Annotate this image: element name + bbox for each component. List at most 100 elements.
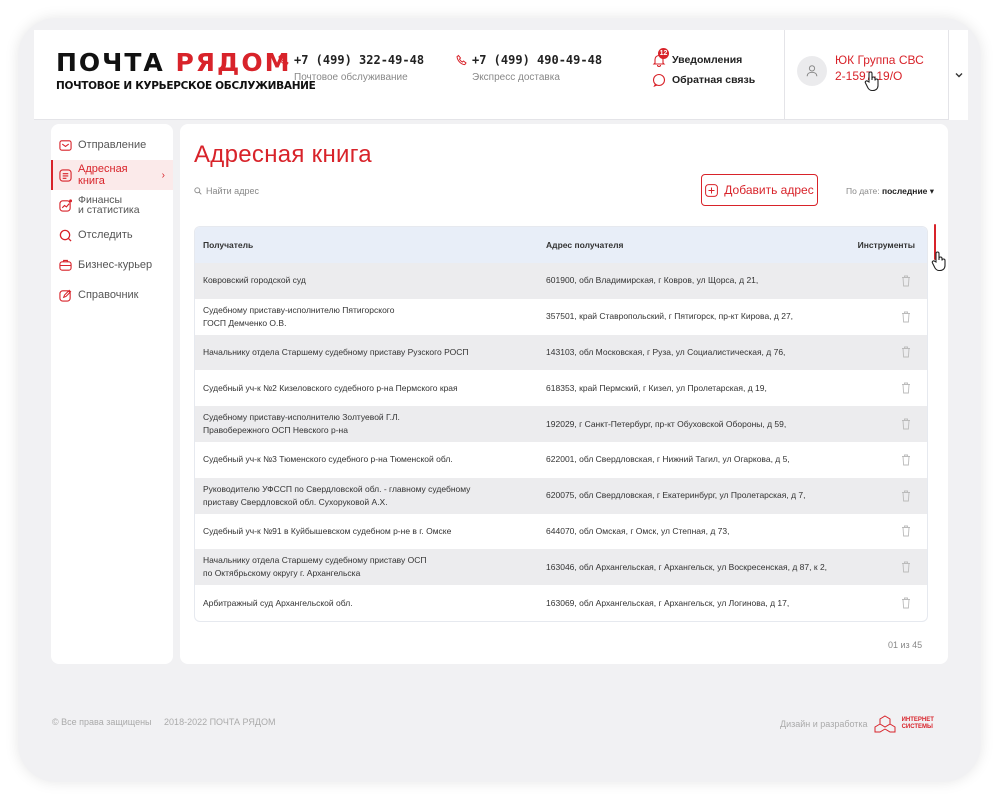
track-search-icon xyxy=(59,229,72,242)
phone1-number: +7 (499) 322-49-48 xyxy=(294,53,425,67)
main-content: Адресная книга Найти адрес Добавить адре… xyxy=(180,124,948,664)
top-header: ПОЧТА РЯДОМ ПОЧТОВОЕ И КУРЬЕРСКОЕ ОБСЛУЖ… xyxy=(34,30,964,120)
logo-title: ПОЧТА РЯДОМ xyxy=(56,48,292,77)
table-row[interactable]: Руководителю УФССП по Свердловской обл. … xyxy=(195,477,927,514)
app-frame: ПОЧТА РЯДОМ ПОЧТОВОЕ И КУРЬЕРСКОЕ ОБСЛУЖ… xyxy=(18,18,981,782)
recipient-cell: Ковровский городской суд xyxy=(203,275,306,286)
sidebar-item-shipment[interactable]: Отправление xyxy=(51,130,173,160)
sidebar-label: Справочник xyxy=(78,289,139,301)
address-book-icon xyxy=(59,168,72,182)
recipient-cell: Судебному приставу-исполнителю Золтуевой… xyxy=(203,412,400,436)
table-row[interactable]: Начальнику отдела Старшему судебному при… xyxy=(195,549,927,586)
page-title: Адресная книга xyxy=(194,141,372,168)
column-header-recipient: Получатель xyxy=(203,240,254,250)
notifications-label: Уведомления xyxy=(672,54,743,66)
tools-cell xyxy=(885,525,927,537)
chevron-down-icon xyxy=(955,73,962,78)
phone2-label: Экспресс доставка xyxy=(472,72,560,83)
user-icon xyxy=(806,65,818,77)
phone-postal[interactable]: +7 (499) 322-49-48 Почтовое обслуживание xyxy=(278,53,424,83)
cube-logo-icon xyxy=(874,715,896,733)
address-cell: 143103, обл Московская, г Руза, ул Социа… xyxy=(546,346,786,357)
trash-icon[interactable] xyxy=(901,454,911,466)
pagination[interactable]: 01 из 45 xyxy=(888,640,922,650)
address-cell: 618353, край Пермский, г Кизел, ул Проле… xyxy=(546,382,767,393)
trash-icon[interactable] xyxy=(901,561,911,573)
table-row[interactable]: Ковровский городской суд 601900, обл Влад… xyxy=(195,263,927,299)
footer-brand: ИНТЕРНЕТ СИСТЕМЫ xyxy=(901,717,934,730)
sort-dropdown[interactable]: По дате: последние ▾ xyxy=(846,186,934,197)
notifications-block: 12 Уведомления Обратная связь xyxy=(652,48,755,88)
table-header: Получатель Адрес получателя Инструменты xyxy=(195,227,927,263)
address-cell: 620075, обл Свердловская, г Екатеринбург… xyxy=(546,490,806,501)
brand-logo[interactable]: ПОЧТА РЯДОМ ПОЧТОВОЕ И КУРЬЕРСКОЕ ОБСЛУЖ… xyxy=(56,48,316,93)
address-cell: 192029, г Санкт-Петербург, пр-кт Обуховс… xyxy=(546,418,787,429)
recipient-cell: Судебному приставу-исполнителю Пятигорск… xyxy=(203,304,395,328)
recipient-cell: Судебный уч-к №2 Кизеловского судебного … xyxy=(203,382,458,393)
trash-icon[interactable] xyxy=(901,311,911,323)
sidebar-item-reference[interactable]: Справочник xyxy=(51,280,173,310)
table-row[interactable]: Арбитражный суд Архангельской обл. 163069… xyxy=(195,585,927,621)
chat-bubble-icon xyxy=(652,73,666,87)
trash-icon[interactable] xyxy=(901,382,911,394)
table-row[interactable]: Судебному приставу-исполнителю Золтуевой… xyxy=(195,406,927,442)
logo-subtitle: ПОЧТОВОЕ И КУРЬЕРСКОЕ ОБСЛУЖИВАНИЕ xyxy=(56,80,316,92)
phone-express[interactable]: +7 (499) 490-49-48 Экспресс доставка xyxy=(456,53,602,83)
envelope-icon xyxy=(59,139,72,151)
recipient-cell: Судебный уч-к №3 Тюменского судебного р-… xyxy=(203,454,453,465)
sidebar-item-finance[interactable]: Финансы и статистика xyxy=(51,190,173,220)
chevron-right-icon: › xyxy=(161,169,165,181)
hand-cursor-icon xyxy=(864,71,879,92)
sidebar-item-business-courier[interactable]: Бизнес-курьер xyxy=(51,250,173,280)
phone1-label: Почтовое обслуживание xyxy=(294,72,408,83)
add-address-label: Добавить адрес xyxy=(724,183,814,197)
trash-icon[interactable] xyxy=(901,346,911,358)
address-cell: 644070, обл Омская, г Омск, ул Степная, … xyxy=(546,525,730,536)
sidebar-label: Отправление xyxy=(78,139,147,151)
table-body: Ковровский городской суд 601900, обл Влад… xyxy=(195,263,927,621)
address-table: Получатель Адрес получателя Инструменты … xyxy=(194,226,928,622)
plus-square-icon xyxy=(705,183,719,197)
recipient-cell: Начальнику отдела Старшему судебному при… xyxy=(203,346,469,357)
sort-value: последние ▾ xyxy=(881,186,935,196)
recipient-cell: Арбитражный суд Архангельской обл. xyxy=(203,597,353,608)
trash-icon[interactable] xyxy=(901,490,911,502)
header-dropdown-toggle[interactable] xyxy=(948,30,968,120)
table-row[interactable]: Судебному приставу-исполнителю Пятигорск… xyxy=(195,299,927,335)
search-input[interactable]: Найти адрес xyxy=(194,186,259,196)
courier-box-icon xyxy=(59,259,72,271)
sidebar-label: Финансы и статистика xyxy=(78,194,140,216)
feedback-label: Обратная связь xyxy=(672,74,756,86)
phone-icon xyxy=(278,54,289,66)
sidebar-label: Бизнес-курьер xyxy=(78,259,153,271)
recipient-cell: Судебный уч-к №91 в Куйбышевском судебно… xyxy=(203,525,452,536)
trash-icon[interactable] xyxy=(901,597,911,609)
hand-cursor-icon xyxy=(931,251,946,272)
column-header-address: Адрес получателя xyxy=(546,240,624,250)
sidebar-item-address-book[interactable]: Адресная книга › xyxy=(51,160,173,190)
address-cell: 622001, обл Свердловская, г Нижний Тагил… xyxy=(546,454,790,465)
user-company: ЮК Группа СВС xyxy=(835,53,924,67)
sidebar-item-track[interactable]: Отследить xyxy=(51,220,173,250)
sidebar-label: Отследить xyxy=(78,229,133,241)
trash-icon[interactable] xyxy=(901,418,911,430)
recipient-cell: Начальнику отдела Старшему судебному при… xyxy=(203,555,427,579)
footer-design-credit[interactable]: Дизайн и разработка ИНТЕРНЕТ СИСТЕМЫ xyxy=(780,715,934,733)
table-row[interactable]: Судебный уч-к №2 Кизеловского судебного … xyxy=(195,370,927,406)
notifications-link[interactable]: 12 Уведомления xyxy=(652,48,755,68)
bell-icon: 12 xyxy=(652,48,669,67)
address-cell: 357501, край Ставропольский, г Пятигорск… xyxy=(546,311,794,322)
tools-cell xyxy=(885,275,927,287)
user-account[interactable]: ЮК Группа СВС 2-1597-19/О xyxy=(784,30,962,120)
table-row[interactable]: Судебный уч-к №3 Тюменского судебного р-… xyxy=(195,442,927,478)
trash-icon[interactable] xyxy=(901,525,911,537)
trash-icon[interactable] xyxy=(901,275,911,287)
table-row[interactable]: Начальнику отдела Старшему судебному при… xyxy=(195,334,927,371)
column-header-tools: Инструменты xyxy=(857,240,915,250)
feedback-link[interactable]: Обратная связь xyxy=(652,72,755,88)
chart-icon xyxy=(59,198,72,212)
add-address-button[interactable]: Добавить адрес xyxy=(701,174,818,206)
recipient-cell: Руководителю УФССП по Свердловской обл. … xyxy=(203,483,471,507)
table-row[interactable]: Судебный уч-к №91 в Куйбышевском судебно… xyxy=(195,514,927,550)
tools-cell xyxy=(885,311,927,323)
